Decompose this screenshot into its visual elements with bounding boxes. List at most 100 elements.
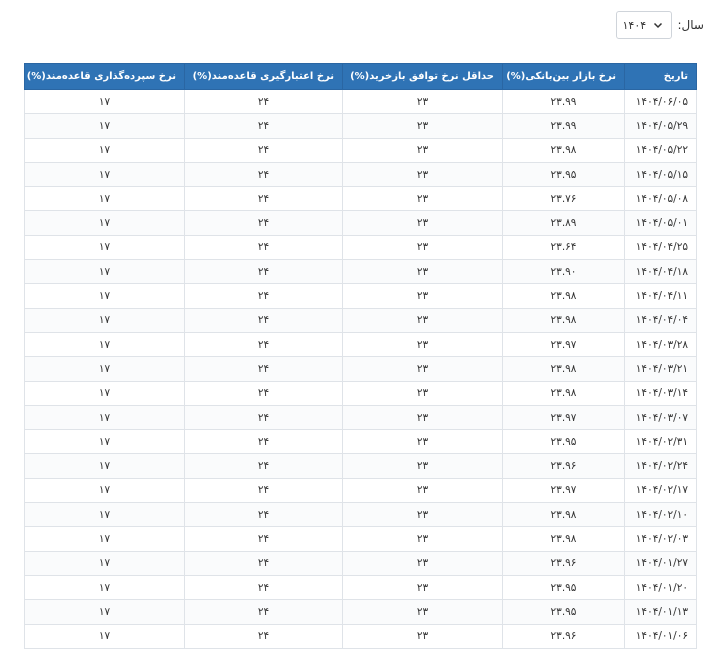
cell-min-repo-rate: ۲۳ [342, 161, 503, 188]
cell-deposit-rate: ۱۷ [24, 331, 185, 358]
table-body: ۱۴۰۴/۰۶/۰۵ ۲۳.۹۹ ۲۳ ۲۴ ۱۷ ۱۴۰۴/۰۵/۲۹ ۲۳.۹۹ ۲۳ ۲۴… [24, 88, 697, 649]
table-row: ۱۴۰۴/۰۲/۱۰ ۲۳.۹۸ ۲۳ ۲۴ ۱۷ [24, 502, 697, 528]
cell-min-repo-rate: ۲۳ [342, 307, 503, 333]
cell-min-repo-rate: ۲۳ [342, 186, 503, 212]
column-header-lending-rate: نرخ اعتبارگیری قاعده‌مند(%) [184, 63, 343, 90]
cell-deposit-rate: ۱۷ [24, 210, 185, 236]
cell-min-repo-rate: ۲۳ [342, 88, 503, 115]
cell-min-repo-rate: ۲۳ [342, 550, 503, 576]
cell-date: ۱۴۰۴/۰۱/۱۳ [624, 599, 697, 625]
cell-date: ۱۴۰۴/۰۵/۰۸ [624, 186, 697, 212]
cell-interbank-rate: ۲۳.۹۸ [502, 502, 625, 528]
column-header-min-repo-rate: حداقل نرخ توافق بازخرید(%) [342, 63, 503, 90]
cell-min-repo-rate: ۲۳ [342, 453, 503, 479]
year-select[interactable]: ۱۴۰۴ [615, 11, 672, 39]
cell-date: ۱۴۰۴/۰۴/۰۴ [624, 307, 697, 333]
cell-date: ۱۴۰۴/۰۴/۱۸ [624, 259, 697, 285]
cell-interbank-rate: ۲۳.۹۶ [502, 453, 625, 479]
cell-deposit-rate: ۱۷ [24, 526, 185, 552]
cell-date: ۱۴۰۴/۰۲/۱۰ [624, 502, 697, 528]
cell-lending-rate: ۲۴ [184, 331, 343, 358]
table-row: ۱۴۰۴/۰۲/۱۷ ۲۳.۹۷ ۲۳ ۲۴ ۱۷ [24, 477, 697, 504]
page: سال: ۱۴۰۴ تاریخ نرخ بازار بین‌بانکی(%) ح… [0, 0, 720, 649]
cell-interbank-rate: ۲۳.۹۸ [502, 307, 625, 333]
cell-min-repo-rate: ۲۳ [342, 234, 503, 261]
table-row: ۱۴۰۴/۰۱/۲۷ ۲۳.۹۶ ۲۳ ۲۴ ۱۷ [24, 550, 697, 576]
table-row: ۱۴۰۴/۰۴/۰۴ ۲۳.۹۸ ۲۳ ۲۴ ۱۷ [24, 307, 697, 333]
cell-deposit-rate: ۱۷ [24, 137, 185, 163]
cell-interbank-rate: ۲۳.۹۸ [502, 380, 625, 406]
cell-interbank-rate: ۲۳.۹۵ [502, 574, 625, 601]
cell-interbank-rate: ۲۳.۹۸ [502, 526, 625, 552]
cell-interbank-rate: ۲۳.۹۰ [502, 259, 625, 285]
cell-lending-rate: ۲۴ [184, 283, 343, 309]
cell-min-repo-rate: ۲۳ [342, 331, 503, 358]
cell-date: ۱۴۰۴/۰۴/۱۱ [624, 283, 697, 309]
cell-interbank-rate: ۲۳.۹۵ [502, 599, 625, 625]
table-row: ۱۴۰۴/۰۱/۰۶ ۲۳.۹۶ ۲۳ ۲۴ ۱۷ [24, 623, 697, 649]
cell-interbank-rate: ۲۳.۹۸ [502, 356, 625, 382]
cell-deposit-rate: ۱۷ [24, 88, 185, 115]
table-row: ۱۴۰۴/۰۲/۳۱ ۲۳.۹۵ ۲۳ ۲۴ ۱۷ [24, 429, 697, 455]
cell-lending-rate: ۲۴ [184, 453, 343, 479]
table-row: ۱۴۰۴/۰۵/۰۱ ۲۳.۸۹ ۲۳ ۲۴ ۱۷ [24, 210, 697, 236]
cell-deposit-rate: ۱۷ [24, 234, 185, 261]
cell-lending-rate: ۲۴ [184, 526, 343, 552]
cell-interbank-rate: ۲۳.۹۷ [502, 331, 625, 358]
cell-deposit-rate: ۱۷ [24, 259, 185, 285]
cell-lending-rate: ۲۴ [184, 186, 343, 212]
cell-lending-rate: ۲۴ [184, 210, 343, 236]
cell-deposit-rate: ۱۷ [24, 574, 185, 601]
cell-lending-rate: ۲۴ [184, 356, 343, 382]
cell-deposit-rate: ۱۷ [24, 477, 185, 504]
table-row: ۱۴۰۴/۰۲/۲۴ ۲۳.۹۶ ۲۳ ۲۴ ۱۷ [24, 453, 697, 479]
cell-interbank-rate: ۲۳.۹۹ [502, 113, 625, 139]
cell-lending-rate: ۲۴ [184, 599, 343, 625]
cell-interbank-rate: ۲۳.۹۷ [502, 404, 625, 431]
cell-lending-rate: ۲۴ [184, 380, 343, 406]
cell-min-repo-rate: ۲۳ [342, 599, 503, 625]
cell-deposit-rate: ۱۷ [24, 186, 185, 212]
cell-date: ۱۴۰۴/۰۱/۲۷ [624, 550, 697, 576]
cell-date: ۱۴۰۴/۰۲/۲۴ [624, 453, 697, 479]
cell-lending-rate: ۲۴ [184, 161, 343, 188]
cell-min-repo-rate: ۲۳ [342, 113, 503, 139]
table-row: ۱۴۰۴/۰۵/۲۲ ۲۳.۹۸ ۲۳ ۲۴ ۱۷ [24, 137, 697, 163]
cell-interbank-rate: ۲۳.۹۶ [502, 623, 625, 649]
cell-interbank-rate: ۲۳.۹۵ [502, 161, 625, 188]
cell-min-repo-rate: ۲۳ [342, 210, 503, 236]
table-row: ۱۴۰۴/۰۱/۲۰ ۲۳.۹۵ ۲۳ ۲۴ ۱۷ [24, 574, 697, 601]
cell-date: ۱۴۰۴/۰۳/۱۴ [624, 380, 697, 406]
cell-min-repo-rate: ۲۳ [342, 429, 503, 455]
cell-lending-rate: ۲۴ [184, 404, 343, 431]
cell-deposit-rate: ۱۷ [24, 453, 185, 479]
cell-interbank-rate: ۲۳.۹۸ [502, 283, 625, 309]
cell-lending-rate: ۲۴ [184, 502, 343, 528]
cell-interbank-rate: ۲۳.۷۶ [502, 186, 625, 212]
table-row: ۱۴۰۴/۰۵/۰۸ ۲۳.۷۶ ۲۳ ۲۴ ۱۷ [24, 186, 697, 212]
table-row: ۱۴۰۴/۰۳/۲۸ ۲۳.۹۷ ۲۳ ۲۴ ۱۷ [24, 331, 697, 358]
table-row: ۱۴۰۴/۰۴/۲۵ ۲۳.۶۴ ۲۳ ۲۴ ۱۷ [24, 234, 697, 261]
cell-lending-rate: ۲۴ [184, 234, 343, 261]
cell-deposit-rate: ۱۷ [24, 404, 185, 431]
cell-min-repo-rate: ۲۳ [342, 356, 503, 382]
cell-date: ۱۴۰۴/۰۵/۲۹ [624, 113, 697, 139]
cell-date: ۱۴۰۴/۰۶/۰۵ [624, 88, 697, 115]
column-header-interbank-rate: نرخ بازار بین‌بانکی(%) [502, 63, 625, 90]
cell-date: ۱۴۰۴/۰۲/۰۳ [624, 526, 697, 552]
cell-min-repo-rate: ۲۳ [342, 380, 503, 406]
table-row: ۱۴۰۴/۰۳/۰۷ ۲۳.۹۷ ۲۳ ۲۴ ۱۷ [24, 404, 697, 431]
cell-date: ۱۴۰۴/۰۱/۲۰ [624, 574, 697, 601]
cell-deposit-rate: ۱۷ [24, 161, 185, 188]
cell-interbank-rate: ۲۳.۹۸ [502, 137, 625, 163]
cell-lending-rate: ۲۴ [184, 623, 343, 649]
cell-lending-rate: ۲۴ [184, 88, 343, 115]
table-row: ۱۴۰۴/۰۲/۰۳ ۲۳.۹۸ ۲۳ ۲۴ ۱۷ [24, 526, 697, 552]
cell-date: ۱۴۰۴/۰۵/۰۱ [624, 210, 697, 236]
cell-lending-rate: ۲۴ [184, 259, 343, 285]
table-row: ۱۴۰۴/۰۵/۲۹ ۲۳.۹۹ ۲۳ ۲۴ ۱۷ [24, 113, 697, 139]
table-row: ۱۴۰۴/۰۱/۱۳ ۲۳.۹۵ ۲۳ ۲۴ ۱۷ [24, 599, 697, 625]
table-header-row: تاریخ نرخ بازار بین‌بانکی(%) حداقل نرخ ت… [24, 63, 697, 90]
cell-min-repo-rate: ۲۳ [342, 137, 503, 163]
cell-min-repo-rate: ۲۳ [342, 477, 503, 504]
